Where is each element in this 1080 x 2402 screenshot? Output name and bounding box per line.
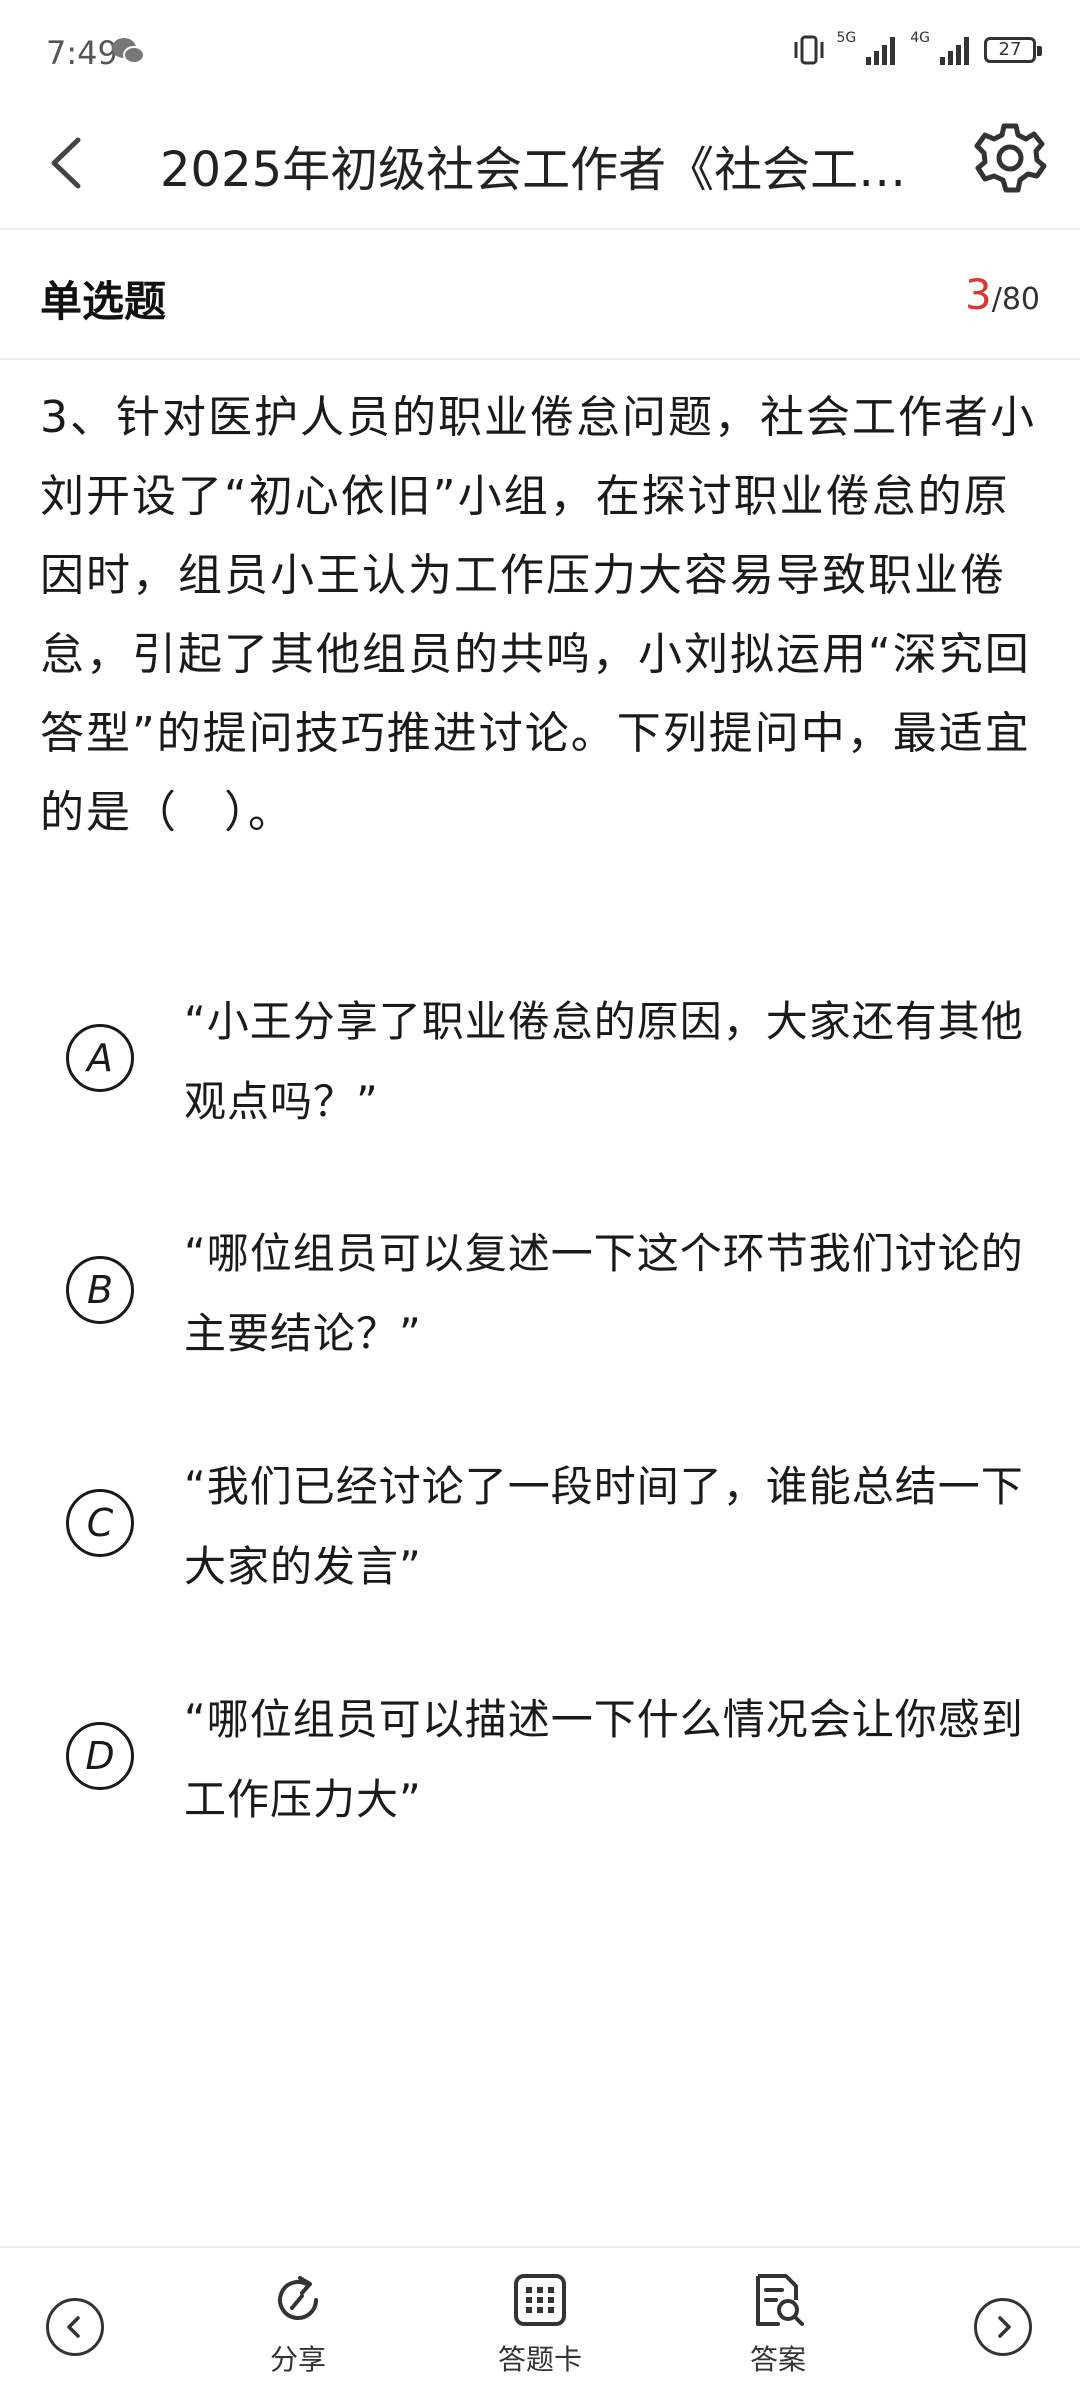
status-time: 7:49 [46,34,118,72]
option-a-text: “小王分享了职业倦怠的原因，大家还有其他观点吗？” [184,997,1024,1126]
grid-icon [514,2274,566,2326]
question-type-bar: 单选题 3/80 [0,230,1080,360]
wechat-icon [112,38,145,64]
answer-label: 答案 [749,2343,806,2376]
status-bar: 7:49 5G 4G 27 [0,0,1080,100]
next-question-button[interactable] [974,2298,1032,2356]
current-question-number: 3 [964,270,992,319]
option-c-letter: C [66,1489,134,1557]
back-button[interactable] [30,118,110,208]
header: 2025年初级社会工作者《社会工作实务》 [0,100,1080,230]
previous-question-button[interactable] [46,2298,104,2356]
total-questions: /80 [991,282,1040,317]
option-c-text: “我们已经讨论了一段时间了，谁能总结一下大家的发言” [184,1462,1024,1591]
question-text: 3、针对医护人员的职业倦怠问题，社会工作者小刘开设了“初心依旧”小组，在探讨职业… [40,392,1036,838]
question-type-title: 单选题 [40,277,167,326]
settings-button[interactable] [970,118,1050,198]
page-title: 2025年初级社会工作者《社会工作实务》 [160,142,920,198]
option-d-letter: D [66,1722,134,1790]
answer-card-button[interactable]: 答题卡 [470,2270,610,2390]
option-b-letter: B [66,1256,134,1324]
share-button[interactable]: 分享 [228,2270,368,2390]
option-a[interactable]: A “小王分享了职业倦怠的原因，大家还有其他观点吗？” [40,982,1040,1182]
document-search-icon [756,2274,804,2326]
signal-icon-2 [940,37,969,65]
option-d-text: “哪位组员可以描述一下什么情况会让你感到工作压力大” [184,1695,1024,1824]
option-b[interactable]: B “哪位组员可以复述一下这个环节我们讨论的主要结论？” [40,1214,1040,1414]
option-a-letter: A [66,1024,134,1092]
network-5g-label: 5G [836,30,857,46]
answer-button[interactable]: 答案 [708,2270,848,2390]
share-icon [278,2276,318,2320]
option-b-text: “哪位组员可以复述一下这个环节我们讨论的主要结论？” [184,1229,1024,1358]
option-d[interactable]: D “哪位组员可以描述一下什么情况会让你感到工作压力大” [40,1680,1040,1880]
vibrate-icon [794,35,824,65]
signal-icon [866,37,896,65]
question-progress: 3/80 [965,270,1040,319]
bottom-toolbar: 分享 答题卡 答案 [0,2246,1080,2402]
chevron-left-icon [51,137,81,189]
answer-card-label: 答题卡 [497,2343,582,2376]
arrow-left-circle-icon [67,2316,80,2338]
network-4g-label: 4G [910,30,930,46]
status-icons: 5G 4G 27 [792,30,1042,70]
option-c[interactable]: C “我们已经讨论了一段时间了，谁能总结一下大家的发言” [40,1447,1040,1647]
gear-icon [974,123,1047,193]
arrow-right-circle-icon [998,2316,1011,2338]
battery-icon: 27 [984,37,1042,63]
share-label: 分享 [269,2343,326,2376]
